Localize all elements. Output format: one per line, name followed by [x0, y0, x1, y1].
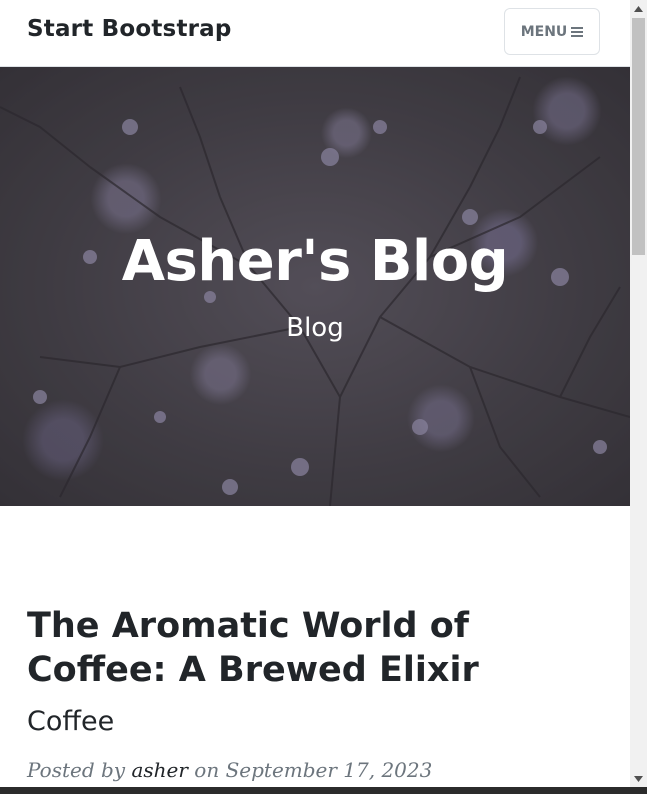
post-author-link[interactable]: asher [131, 758, 187, 782]
hero-header: Asher's Blog Blog [0, 67, 630, 506]
scrollbar-thumb[interactable] [632, 18, 645, 255]
vertical-scrollbar[interactable] [630, 0, 647, 787]
post-meta-on: on [194, 758, 220, 782]
post-meta-prefix: Posted by [27, 758, 126, 782]
window-bottom-edge [0, 787, 647, 794]
post-date: September 17, 2023 [225, 758, 433, 782]
navbar: Start Bootstrap MENU [0, 0, 630, 67]
scroll-up-arrow-icon[interactable] [630, 0, 647, 17]
post-meta: Posted by asher on September 17, 2023 [27, 758, 432, 782]
post-subtitle[interactable]: Coffee [27, 706, 114, 737]
hero-subtitle: Blog [286, 313, 344, 343]
hero-title: Asher's Blog [121, 229, 509, 294]
menu-toggle-button[interactable]: MENU [504, 8, 600, 55]
hamburger-icon [571, 26, 584, 37]
post-title[interactable]: The Aromatic World of Coffee: A Brewed E… [27, 604, 607, 692]
menu-label: MENU [520, 23, 568, 40]
page-viewport: Start Bootstrap MENU Asher's Blog Blog T… [0, 0, 630, 787]
scroll-down-arrow-icon[interactable] [630, 770, 647, 787]
brand-link[interactable]: Start Bootstrap [27, 16, 232, 42]
